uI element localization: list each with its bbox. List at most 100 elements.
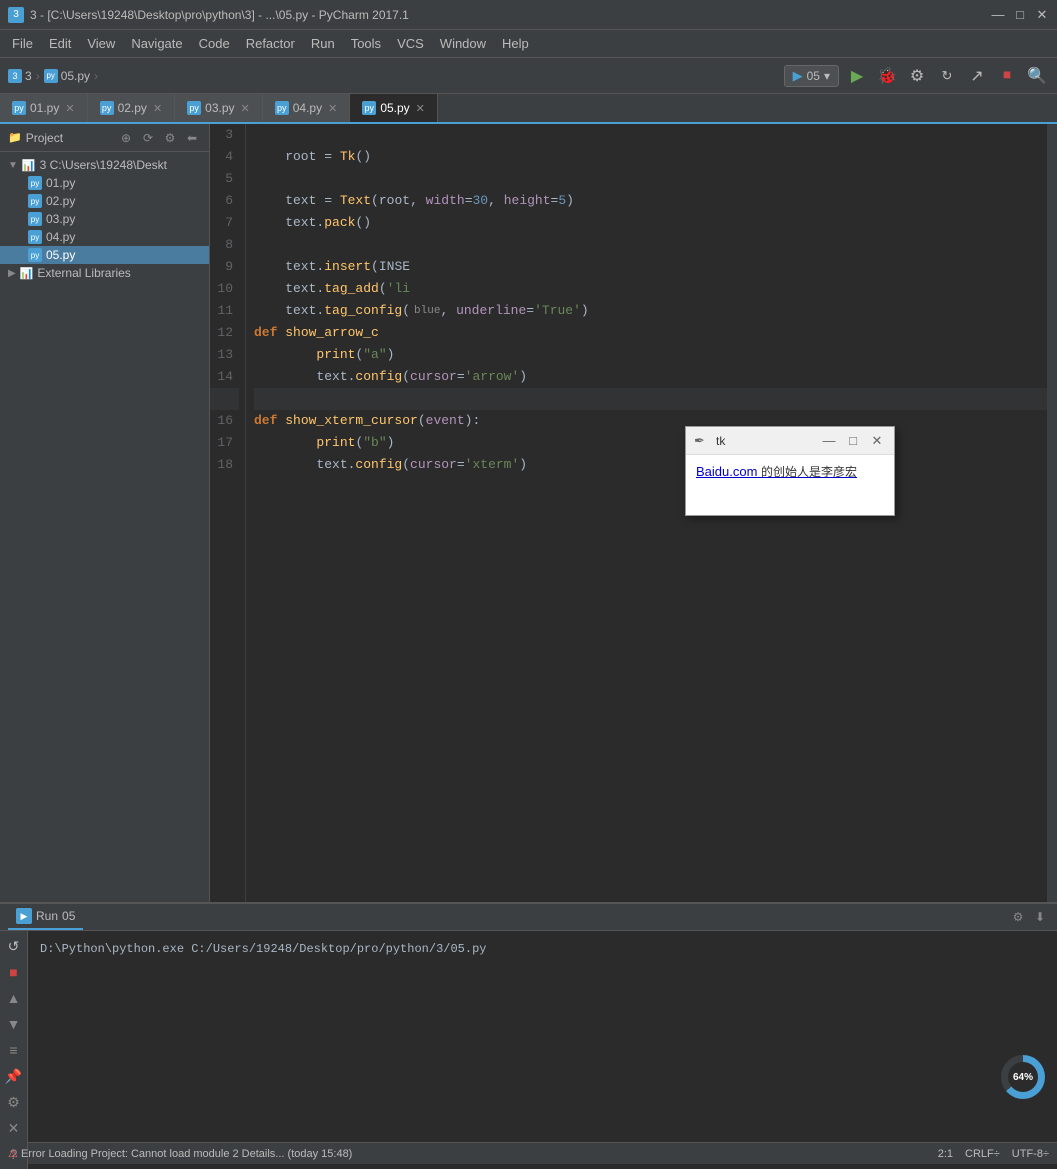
- menu-run[interactable]: Run: [303, 32, 343, 55]
- tree-root[interactable]: ▼ 📊 3 C:\Users\19248\Deskt: [0, 156, 209, 174]
- toolbar-right: ▶ 05 ▾ ▶ 🐞 ⚙ ↻ ↗ ⏹ 🔍: [784, 64, 1049, 88]
- panel-sync-button[interactable]: ⟳: [139, 129, 157, 147]
- window-controls[interactable]: — □ ✕: [991, 8, 1049, 22]
- line-num-14: 14: [210, 366, 239, 388]
- run-filter-button[interactable]: ≡: [3, 1039, 25, 1061]
- editor-scrollbar[interactable]: [1047, 124, 1057, 902]
- toolbar: 3 3 › py 05.py › ▶ 05 ▾ ▶ 🐞 ⚙ ↻ ↗ ⏹ 🔍: [0, 58, 1057, 94]
- tab-close-01py[interactable]: ✕: [65, 102, 74, 115]
- code-line-15: [254, 388, 1047, 410]
- menu-window[interactable]: Window: [432, 32, 494, 55]
- code-line-16: def show_xterm_cursor(event):: [254, 410, 1047, 432]
- menu-edit[interactable]: Edit: [41, 32, 79, 55]
- tree-item-04py[interactable]: py 04.py: [0, 228, 209, 246]
- run-stop-button[interactable]: ■: [3, 961, 25, 983]
- tab-close-04py[interactable]: ✕: [328, 102, 337, 115]
- code-editor[interactable]: 3 4 5 6 7 8 9 10 11 12 13 14 16 17 18 ro…: [210, 124, 1057, 902]
- tree-item-03py[interactable]: py 03.py: [0, 210, 209, 228]
- tk-baidu-text: Baidu.com: [696, 464, 757, 479]
- progress-value: 64%: [1008, 1062, 1038, 1092]
- tab-02py[interactable]: py 02.py ✕: [88, 94, 176, 122]
- menu-code[interactable]: Code: [191, 32, 238, 55]
- panel-settings-button[interactable]: ⚙: [161, 129, 179, 147]
- tk-minimize-button[interactable]: —: [820, 432, 838, 450]
- breadcrumb: 3 3 › py 05.py ›: [8, 69, 780, 83]
- run-settings2-button[interactable]: ⚙: [3, 1091, 25, 1113]
- tree-external-libs[interactable]: ▶ 📊 External Libraries: [0, 264, 209, 282]
- code-line-10: text.tag_add('li: [254, 278, 1047, 300]
- menu-file[interactable]: File: [4, 32, 41, 55]
- line-num-5: 5: [210, 168, 239, 190]
- tk-title-text: tk: [716, 434, 814, 448]
- run-scroll-up-button[interactable]: ▲: [3, 987, 25, 1009]
- menu-navigate[interactable]: Navigate: [123, 32, 190, 55]
- panel-collapse-button[interactable]: ⬅: [183, 129, 201, 147]
- breadcrumb-file: py 05.py: [44, 69, 90, 83]
- tab-03py[interactable]: py 03.py ✕: [175, 94, 263, 122]
- build-button[interactable]: ↗: [965, 64, 989, 88]
- status-error-msg: ⚠ Error Loading Project: Cannot load mod…: [8, 1147, 930, 1160]
- maximize-button[interactable]: □: [1013, 8, 1027, 22]
- line-num-18: 18: [210, 454, 239, 476]
- tree-item-02py[interactable]: py 02.py: [0, 192, 209, 210]
- search-everywhere-button[interactable]: 🔍: [1025, 64, 1049, 88]
- menu-vcs[interactable]: VCS: [389, 32, 432, 55]
- stop-button[interactable]: ⏹: [995, 64, 1019, 88]
- run-button[interactable]: ▶: [845, 64, 869, 88]
- menu-help[interactable]: Help: [494, 32, 537, 55]
- close-button[interactable]: ✕: [1035, 8, 1049, 22]
- run-scroll-down-button[interactable]: ▼: [3, 1013, 25, 1035]
- tk-app-icon: ✒: [694, 433, 710, 449]
- tk-window[interactable]: ✒ tk — □ ✕ Baidu.com 的创始人是李彦宏: [685, 426, 895, 516]
- debug-button[interactable]: 🐞: [875, 64, 899, 88]
- line-num-17: 17: [210, 432, 239, 454]
- menu-tools[interactable]: Tools: [343, 32, 389, 55]
- run-restart-button[interactable]: ↺: [3, 935, 25, 957]
- tab-bar: py 01.py ✕ py 02.py ✕ py 03.py ✕ py 04.p…: [0, 94, 1057, 124]
- tab-05py[interactable]: py 05.py ✕: [350, 94, 438, 122]
- error-icon: ⚠: [8, 1148, 18, 1160]
- tab-04py[interactable]: py 04.py ✕: [263, 94, 351, 122]
- progress-area: 64%: [997, 931, 1057, 1169]
- code-line-18: text.config(cursor='xterm'): [254, 454, 1047, 476]
- title-bar: 3 3 - [C:\Users\19248\Desktop\pro\python…: [0, 0, 1057, 30]
- tab-close-03py[interactable]: ✕: [241, 102, 250, 115]
- run-with-coverage-button[interactable]: ⚙: [905, 64, 929, 88]
- tab-close-02py[interactable]: ✕: [153, 102, 162, 115]
- tab-01py[interactable]: py 01.py ✕: [0, 94, 88, 122]
- run-panel-header: ▶ Run 05 ⚙ ⬇: [0, 904, 1057, 931]
- run-pin-button[interactable]: 📌: [3, 1065, 25, 1087]
- tab-icon-02py: py: [100, 101, 114, 115]
- status-position[interactable]: 2:1: [938, 1148, 953, 1160]
- run-collapse-button[interactable]: ⬇: [1031, 908, 1049, 926]
- run-tab[interactable]: ▶ Run 05: [8, 904, 83, 930]
- code-line-7: text.pack(): [254, 212, 1047, 234]
- tk-close-button[interactable]: ✕: [868, 432, 886, 450]
- progress-circle: 64%: [1001, 1055, 1045, 1099]
- panel-header: 📁 Project ⊕ ⟳ ⚙ ⬅: [0, 124, 209, 152]
- menu-refactor[interactable]: Refactor: [238, 32, 303, 55]
- minimize-button[interactable]: —: [991, 8, 1005, 22]
- rerun-button[interactable]: ↻: [935, 64, 959, 88]
- tab-close-05py[interactable]: ✕: [416, 102, 425, 115]
- menu-view[interactable]: View: [79, 32, 123, 55]
- code-line-13: print("a"): [254, 344, 1047, 366]
- run-close-sidebar-button[interactable]: ✕: [3, 1117, 25, 1139]
- tab-icon-03py: py: [187, 101, 201, 115]
- line-num-12: 12: [210, 322, 239, 344]
- run-panel: ▶ Run 05 ⚙ ⬇ ↺ ■ ▲ ▼ ≡ 📌 ⚙ ✕ ? D:\Python…: [0, 902, 1057, 1142]
- tk-maximize-button[interactable]: □: [844, 432, 862, 450]
- code-content[interactable]: root = Tk() text = Text(root, width=30, …: [246, 124, 1047, 902]
- panel-add-button[interactable]: ⊕: [117, 129, 135, 147]
- tree-item-05py[interactable]: py 05.py: [0, 246, 209, 264]
- tree-item-01py[interactable]: py 01.py: [0, 174, 209, 192]
- code-line-11: text.tag_config( blue , underline='True'…: [254, 300, 1047, 322]
- run-config-selector[interactable]: ▶ 05 ▾: [784, 65, 839, 87]
- run-settings-button[interactable]: ⚙: [1009, 908, 1027, 926]
- panel-title: Project: [26, 131, 113, 145]
- run-tab-icon: ▶: [16, 908, 32, 924]
- run-sidebar: ↺ ■ ▲ ▼ ≡ 📌 ⚙ ✕ ?: [0, 931, 28, 1169]
- line-numbers: 3 4 5 6 7 8 9 10 11 12 13 14 16 17 18: [210, 124, 246, 902]
- status-line-ending[interactable]: CRLF÷: [965, 1148, 1000, 1160]
- file-icon-breadcrumb: py: [44, 69, 58, 83]
